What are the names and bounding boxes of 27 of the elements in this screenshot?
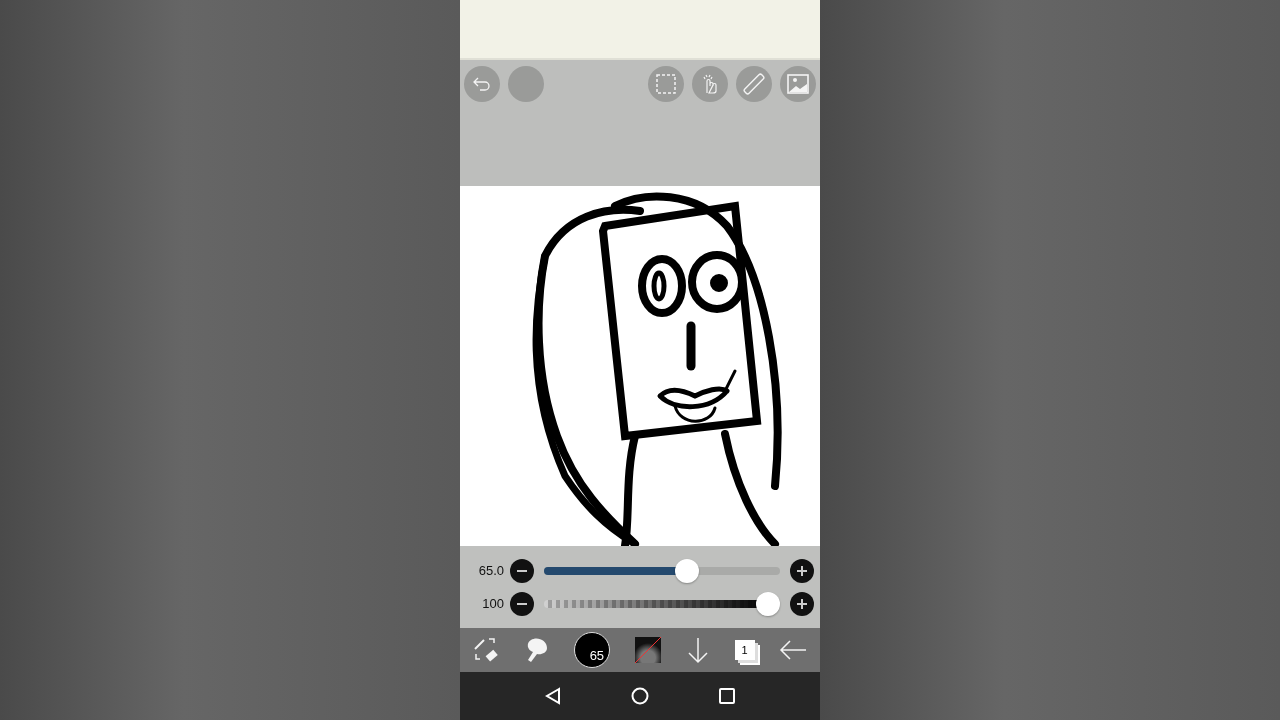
down-arrow-icon[interactable] bbox=[685, 636, 710, 664]
dashed-square-icon bbox=[656, 74, 676, 94]
back-arrow-icon[interactable] bbox=[779, 639, 808, 661]
slider-value: 100 bbox=[481, 596, 504, 611]
plus-button[interactable] bbox=[790, 591, 814, 616]
finger-tool-icon[interactable] bbox=[525, 636, 550, 664]
slider-thumb[interactable] bbox=[756, 591, 780, 616]
home-icon[interactable] bbox=[631, 687, 649, 705]
slider-track[interactable] bbox=[544, 558, 780, 583]
slider-value: 65.0 bbox=[477, 563, 504, 578]
drawing-canvas[interactable] bbox=[460, 186, 820, 546]
plus-icon bbox=[796, 597, 808, 610]
back-icon[interactable] bbox=[545, 687, 561, 705]
slider-track[interactable] bbox=[544, 591, 780, 616]
slider-thumb[interactable] bbox=[675, 558, 700, 583]
image-button[interactable] bbox=[780, 66, 816, 102]
plus-button[interactable] bbox=[790, 558, 814, 583]
recents-icon[interactable] bbox=[719, 688, 735, 704]
ruler-icon bbox=[743, 73, 765, 95]
image-icon bbox=[787, 74, 809, 94]
ruler-button[interactable] bbox=[736, 66, 772, 102]
minus-button[interactable] bbox=[510, 591, 534, 616]
color-swatch[interactable] bbox=[634, 637, 661, 663]
minus-button[interactable] bbox=[510, 558, 534, 583]
undo-icon bbox=[472, 76, 492, 92]
brush-size-button[interactable]: 65 bbox=[574, 632, 611, 668]
plus-icon bbox=[796, 564, 808, 577]
